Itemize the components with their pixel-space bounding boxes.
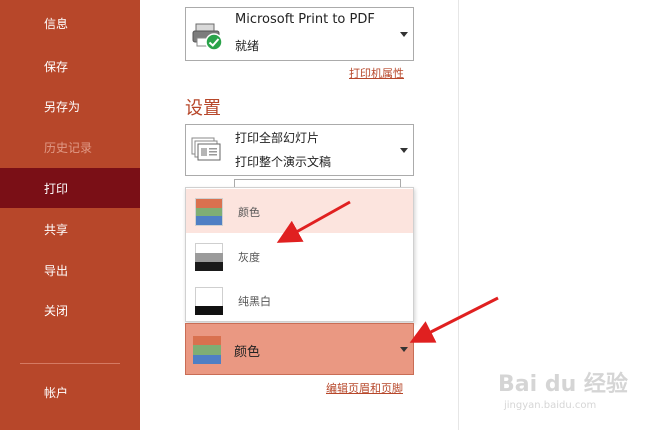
chevron-down-icon — [400, 347, 408, 352]
printer-name: Microsoft Print to PDF — [235, 12, 375, 27]
sidebar-item-info[interactable]: 信息 — [0, 3, 140, 43]
slides-icon — [191, 137, 223, 167]
chevron-down-icon — [400, 32, 408, 37]
slides-range-selector[interactable]: 打印全部幻灯片 打印整个演示文稿 — [185, 124, 414, 176]
color-option-label: 颜色 — [238, 206, 260, 219]
grayscale-option[interactable]: 灰度 — [186, 234, 413, 278]
printer-status: 就绪 — [235, 39, 260, 53]
grayscale-swatch-icon — [195, 243, 223, 271]
sidebar-item-close[interactable]: 关闭 — [0, 290, 140, 330]
sidebar-item-account[interactable]: 帐户 — [0, 372, 140, 412]
sidebar-item-save[interactable]: 保存 — [0, 46, 140, 86]
backstage-sidebar: 信息 保存 另存为 历史记录 打印 共享 导出 关闭 帐户 — [0, 0, 140, 430]
print-preview-pane — [458, 0, 650, 430]
sidebar-item-export[interactable]: 导出 — [0, 250, 140, 290]
printer-selector[interactable]: Microsoft Print to PDF 就绪 — [185, 7, 414, 61]
bw-swatch-icon — [195, 287, 223, 315]
settings-heading: 设置 — [185, 98, 221, 119]
color-swatch-icon — [193, 336, 221, 364]
printer-properties-link[interactable]: 打印机属性 — [349, 65, 404, 81]
edit-header-footer-link[interactable]: 编辑页眉和页脚 — [326, 380, 403, 396]
grayscale-option-label: 灰度 — [238, 251, 260, 264]
checkmark-icon — [205, 33, 223, 55]
sidebar-item-history: 历史记录 — [44, 140, 93, 155]
color-mode-value: 颜色 — [234, 345, 261, 360]
sidebar-item-share[interactable]: 共享 — [0, 209, 140, 249]
black-white-option-label: 纯黑白 — [238, 295, 271, 308]
sidebar-item-print[interactable]: 打印 — [0, 168, 140, 208]
chevron-down-icon — [400, 148, 408, 153]
color-mode-selector[interactable]: 颜色 — [185, 323, 414, 375]
slides-option-subtitle: 打印整个演示文稿 — [235, 155, 332, 169]
sidebar-divider — [20, 363, 120, 364]
color-option[interactable]: 颜色 — [186, 189, 413, 233]
sidebar-item-save-as[interactable]: 另存为 — [0, 86, 140, 126]
slides-option-title: 打印全部幻灯片 — [235, 131, 320, 145]
color-swatch-icon — [195, 198, 223, 226]
black-white-option[interactable]: 纯黑白 — [186, 278, 413, 322]
color-mode-dropdown: 颜色 灰度 纯黑白 — [185, 187, 414, 322]
